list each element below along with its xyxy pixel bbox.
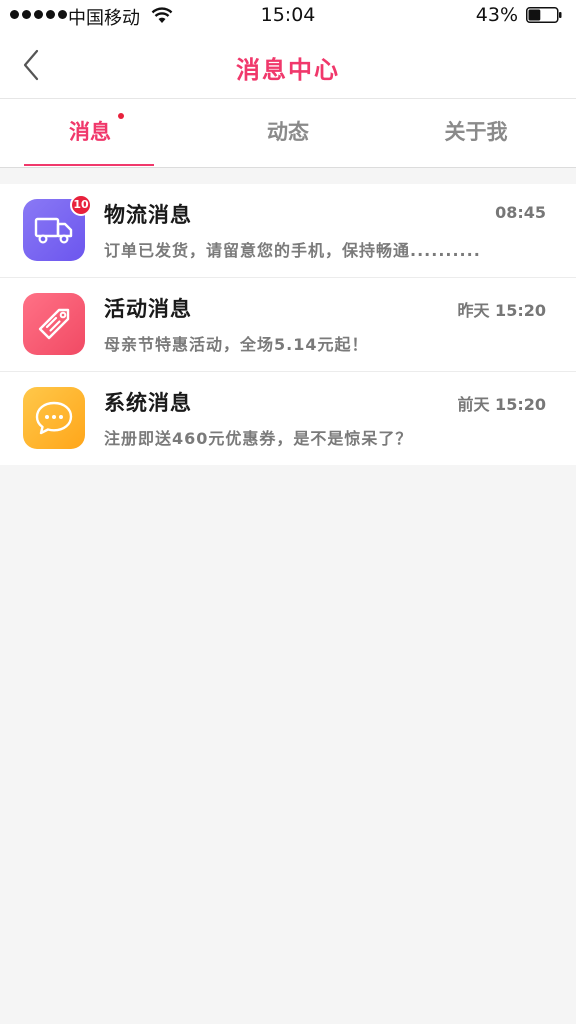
list-item-logistics[interactable]: 10 物流消息 08:45 订单已发货，请留意您的手机，保持畅通........… xyxy=(0,184,576,278)
message-preview: 母亲节特惠活动，全场5.14元起！ xyxy=(104,335,369,354)
nav-bar: 消息中心 xyxy=(0,32,576,98)
tab-label: 消息 xyxy=(69,120,111,144)
message-time: 昨天 15:20 xyxy=(457,301,546,320)
message-list: 10 物流消息 08:45 订单已发货，请留意您的手机，保持畅通........… xyxy=(0,184,576,465)
tab-label: 关于我 xyxy=(444,120,508,144)
tab-about-me[interactable]: 关于我 xyxy=(386,99,566,167)
list-item-system[interactable]: 系统消息 前天 15:20 注册即送460元优惠券，是不是惊呆了？ xyxy=(0,372,576,465)
tag-icon xyxy=(23,293,85,355)
tab-bar: 消息 动态 关于我 xyxy=(0,98,576,168)
message-title: 物流消息 xyxy=(104,203,192,227)
tab-label: 动态 xyxy=(267,120,309,144)
page-title: 消息中心 xyxy=(236,56,340,84)
message-title: 活动消息 xyxy=(104,297,192,321)
battery-percent: 43% xyxy=(475,4,518,26)
list-item-activity[interactable]: 活动消息 昨天 15:20 母亲节特惠活动，全场5.14元起！ xyxy=(0,278,576,372)
message-title: 系统消息 xyxy=(104,391,192,415)
message-preview: 订单已发货，请留意您的手机，保持畅通.......... xyxy=(104,241,481,260)
message-preview: 注册即送460元优惠券，是不是惊呆了？ xyxy=(104,429,413,448)
battery-icon xyxy=(526,7,562,23)
unread-dot xyxy=(118,113,124,119)
message-time: 08:45 xyxy=(495,203,546,222)
active-tab-indicator xyxy=(24,164,154,166)
unread-count-badge: 10 xyxy=(70,194,92,216)
message-time: 前天 15:20 xyxy=(457,395,546,414)
tab-messages[interactable]: 消息 xyxy=(0,99,180,167)
status-bar: 中国移动 15:04 43% xyxy=(0,0,576,32)
tab-activity[interactable]: 动态 xyxy=(198,99,378,167)
chat-bubble-icon xyxy=(23,387,85,449)
